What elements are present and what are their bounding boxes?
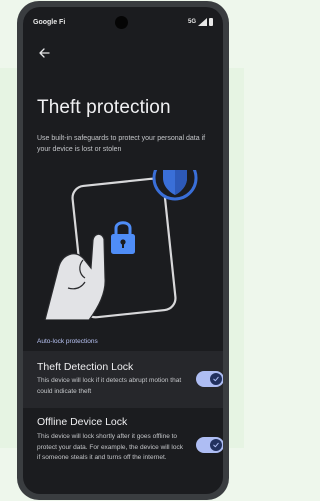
signal-icon <box>198 18 207 26</box>
setting-subtitle: This device will lock shortly after it g… <box>37 433 183 461</box>
page-description: Use built-in safeguards to protect your … <box>37 135 206 153</box>
shield-icon <box>152 170 198 201</box>
phone-screen: Google Fi 5G Theft protection Use built-… <box>23 7 223 494</box>
status-indicators: 5G <box>188 18 213 26</box>
theft-detection-lock-toggle[interactable] <box>196 371 223 387</box>
setting-row-theft-detection-lock[interactable]: Theft Detection Lock This device will lo… <box>23 351 223 408</box>
check-icon <box>213 442 219 448</box>
section-label: Auto-lock protections <box>37 338 98 345</box>
setting-title: Offline Device Lock <box>37 416 128 428</box>
setting-title: Theft Detection Lock <box>37 361 134 373</box>
setting-row-offline-device-lock[interactable]: Offline Device Lock This device will loc… <box>23 410 223 490</box>
camera-cutout <box>115 16 128 29</box>
status-bar: Google Fi 5G <box>23 7 223 37</box>
carrier-label: Google Fi <box>33 19 66 26</box>
battery-icon <box>209 18 213 26</box>
toggle-thumb <box>210 439 222 451</box>
offline-device-lock-toggle[interactable] <box>196 437 223 453</box>
toggle-thumb <box>210 373 222 385</box>
page-title: Theft protection <box>37 97 171 118</box>
phone-frame: Google Fi 5G Theft protection Use built-… <box>17 1 229 500</box>
network-label: 5G <box>187 19 196 25</box>
setting-subtitle: This device will lock if it detects abru… <box>37 377 182 395</box>
hand-holding-phone-icon <box>44 177 177 320</box>
back-arrow-icon[interactable] <box>37 46 51 60</box>
theft-protection-illustration <box>44 170 198 320</box>
check-icon <box>213 376 219 382</box>
